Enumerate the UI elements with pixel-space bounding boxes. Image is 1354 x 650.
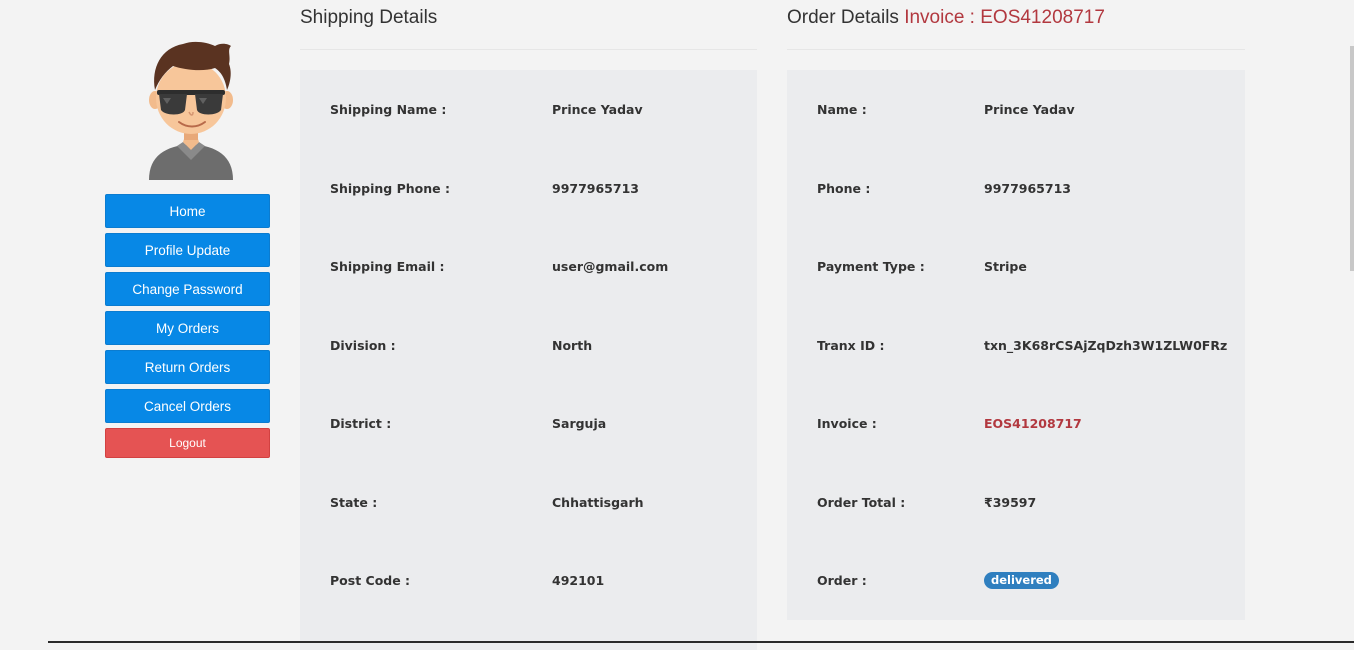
- shipping-name-label: Shipping Name :: [330, 102, 447, 117]
- order-row-phone: Phone : 9977965713: [787, 181, 1245, 201]
- order-name-value: Prince Yadav: [984, 102, 1075, 117]
- return-orders-button[interactable]: Return Orders: [105, 350, 270, 384]
- post-code-value: 492101: [552, 573, 605, 588]
- order-phone-label: Phone :: [817, 181, 871, 196]
- order-status-value: delivered: [984, 572, 1059, 589]
- shipping-name-value: Prince Yadav: [552, 102, 643, 117]
- payment-type-value: Stripe: [984, 259, 1027, 274]
- cancel-orders-button[interactable]: Cancel Orders: [105, 389, 270, 423]
- home-button[interactable]: Home: [105, 194, 270, 228]
- logout-button[interactable]: Logout: [105, 428, 270, 458]
- invoice-label: Invoice :: [817, 416, 877, 431]
- payment-type-label: Payment Type :: [817, 259, 925, 274]
- shipping-phone-value: 9977965713: [552, 181, 639, 196]
- shipping-row-state: State : Chhattisgarh: [300, 495, 757, 515]
- order-details-panel: Name : Prince Yadav Phone : 9977965713 P…: [787, 70, 1245, 620]
- order-total-label: Order Total :: [817, 495, 906, 510]
- shipping-phone-label: Shipping Phone :: [330, 181, 450, 196]
- district-label: District :: [330, 416, 392, 431]
- change-password-button[interactable]: Change Password: [105, 272, 270, 306]
- order-row-invoice: Invoice : EOS41208717: [787, 416, 1245, 436]
- division-value: North: [552, 338, 593, 353]
- order-name-label: Name :: [817, 102, 867, 117]
- order-title-invoice: Invoice : EOS41208717: [904, 7, 1105, 28]
- shipping-row-district: District : Sarguja: [300, 416, 757, 436]
- shipping-email-label: Shipping Email :: [330, 259, 445, 274]
- shipping-email-value: user@gmail.com: [552, 259, 669, 274]
- order-row-tranx-id: Tranx ID : txn_3K68rCSAjZqDzh3W1ZLW0FRz: [787, 338, 1245, 358]
- state-label: State :: [330, 495, 378, 510]
- shipping-row-email: Shipping Email : user@gmail.com: [300, 259, 757, 279]
- district-value: Sarguja: [552, 416, 607, 431]
- shipping-details-title: Shipping Details: [300, 7, 437, 29]
- order-row-total: Order Total : ₹39597: [787, 495, 1245, 515]
- order-phone-value: 9977965713: [984, 181, 1071, 196]
- shipping-title-divider: [300, 49, 757, 50]
- tranx-id-value: txn_3K68rCSAjZqDzh3W1ZLW0FRz: [984, 338, 1228, 353]
- order-title-text: Order Details: [787, 7, 899, 28]
- order-details-title: Order Details Invoice : EOS41208717: [787, 7, 1105, 29]
- profile-update-button[interactable]: Profile Update: [105, 233, 270, 267]
- invoice-value: EOS41208717: [984, 416, 1082, 431]
- shipping-row-postcode: Post Code : 492101: [300, 573, 757, 593]
- order-row-name: Name : Prince Yadav: [787, 102, 1245, 122]
- shipping-details-panel: Shipping Name : Prince Yadav Shipping Ph…: [300, 70, 757, 650]
- shipping-row-division: Division : North: [300, 338, 757, 358]
- state-value: Chhattisgarh: [552, 495, 644, 510]
- division-label: Division :: [330, 338, 396, 353]
- my-orders-button[interactable]: My Orders: [105, 311, 270, 345]
- shipping-title-text: Shipping Details: [300, 7, 438, 28]
- order-total-value: ₹39597: [984, 495, 1037, 510]
- order-title-divider: [787, 49, 1245, 50]
- status-badge: delivered: [984, 572, 1059, 589]
- avatar: [149, 41, 233, 180]
- shipping-row-phone: Shipping Phone : 9977965713: [300, 181, 757, 201]
- order-row-status: Order : delivered: [787, 572, 1245, 593]
- tranx-id-label: Tranx ID :: [817, 338, 885, 353]
- order-row-payment-type: Payment Type : Stripe: [787, 259, 1245, 279]
- sidebar: Home Profile Update Change Password My O…: [105, 38, 270, 458]
- page-scrollbar[interactable]: [1350, 46, 1354, 271]
- post-code-label: Post Code :: [330, 573, 411, 588]
- order-status-label: Order :: [817, 573, 867, 588]
- shipping-row-name: Shipping Name : Prince Yadav: [300, 102, 757, 122]
